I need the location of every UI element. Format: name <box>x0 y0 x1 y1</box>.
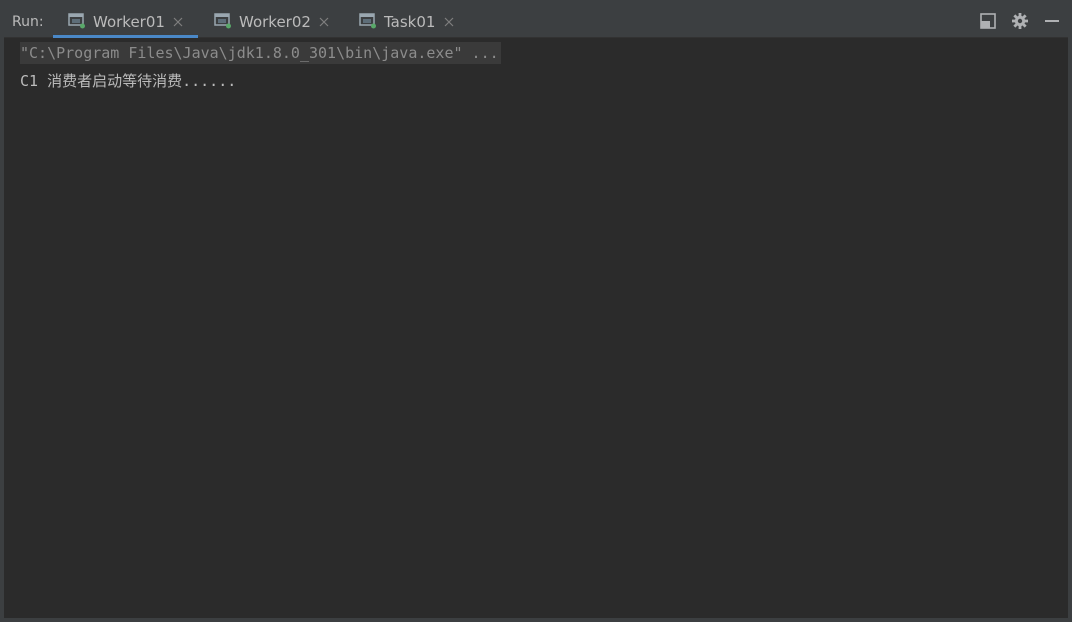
tab-task01[interactable]: Task01 <box>344 0 469 38</box>
run-config-icon <box>68 13 85 29</box>
close-icon[interactable] <box>317 13 331 29</box>
console-output[interactable]: "C:\Program Files\Java\jdk1.8.0_301\bin\… <box>4 38 1068 618</box>
output-line: C1 消费者启动等待消费...... <box>20 72 237 90</box>
tab-label: Task01 <box>384 13 436 31</box>
tab-worker01[interactable]: Worker01 <box>53 0 198 38</box>
layout-icon[interactable] <box>979 12 997 30</box>
run-config-icon <box>214 13 231 29</box>
run-config-icon <box>359 13 376 29</box>
command-line[interactable]: "C:\Program Files\Java\jdk1.8.0_301\bin\… <box>20 42 501 64</box>
tab-label: Worker02 <box>239 13 311 31</box>
close-icon[interactable] <box>442 13 456 29</box>
tab-worker02[interactable]: Worker02 <box>199 0 344 38</box>
run-toolbar: Run: Worker01 Worker02 Task01 <box>4 0 1068 38</box>
close-icon[interactable] <box>171 13 185 29</box>
tab-label: Worker01 <box>93 13 165 31</box>
run-label: Run: <box>12 14 44 30</box>
gear-icon[interactable] <box>1011 12 1029 30</box>
minimize-icon[interactable] <box>1043 12 1061 30</box>
run-tool-window: Run: Worker01 Worker02 Task01 "C:\Progra… <box>0 0 1072 622</box>
